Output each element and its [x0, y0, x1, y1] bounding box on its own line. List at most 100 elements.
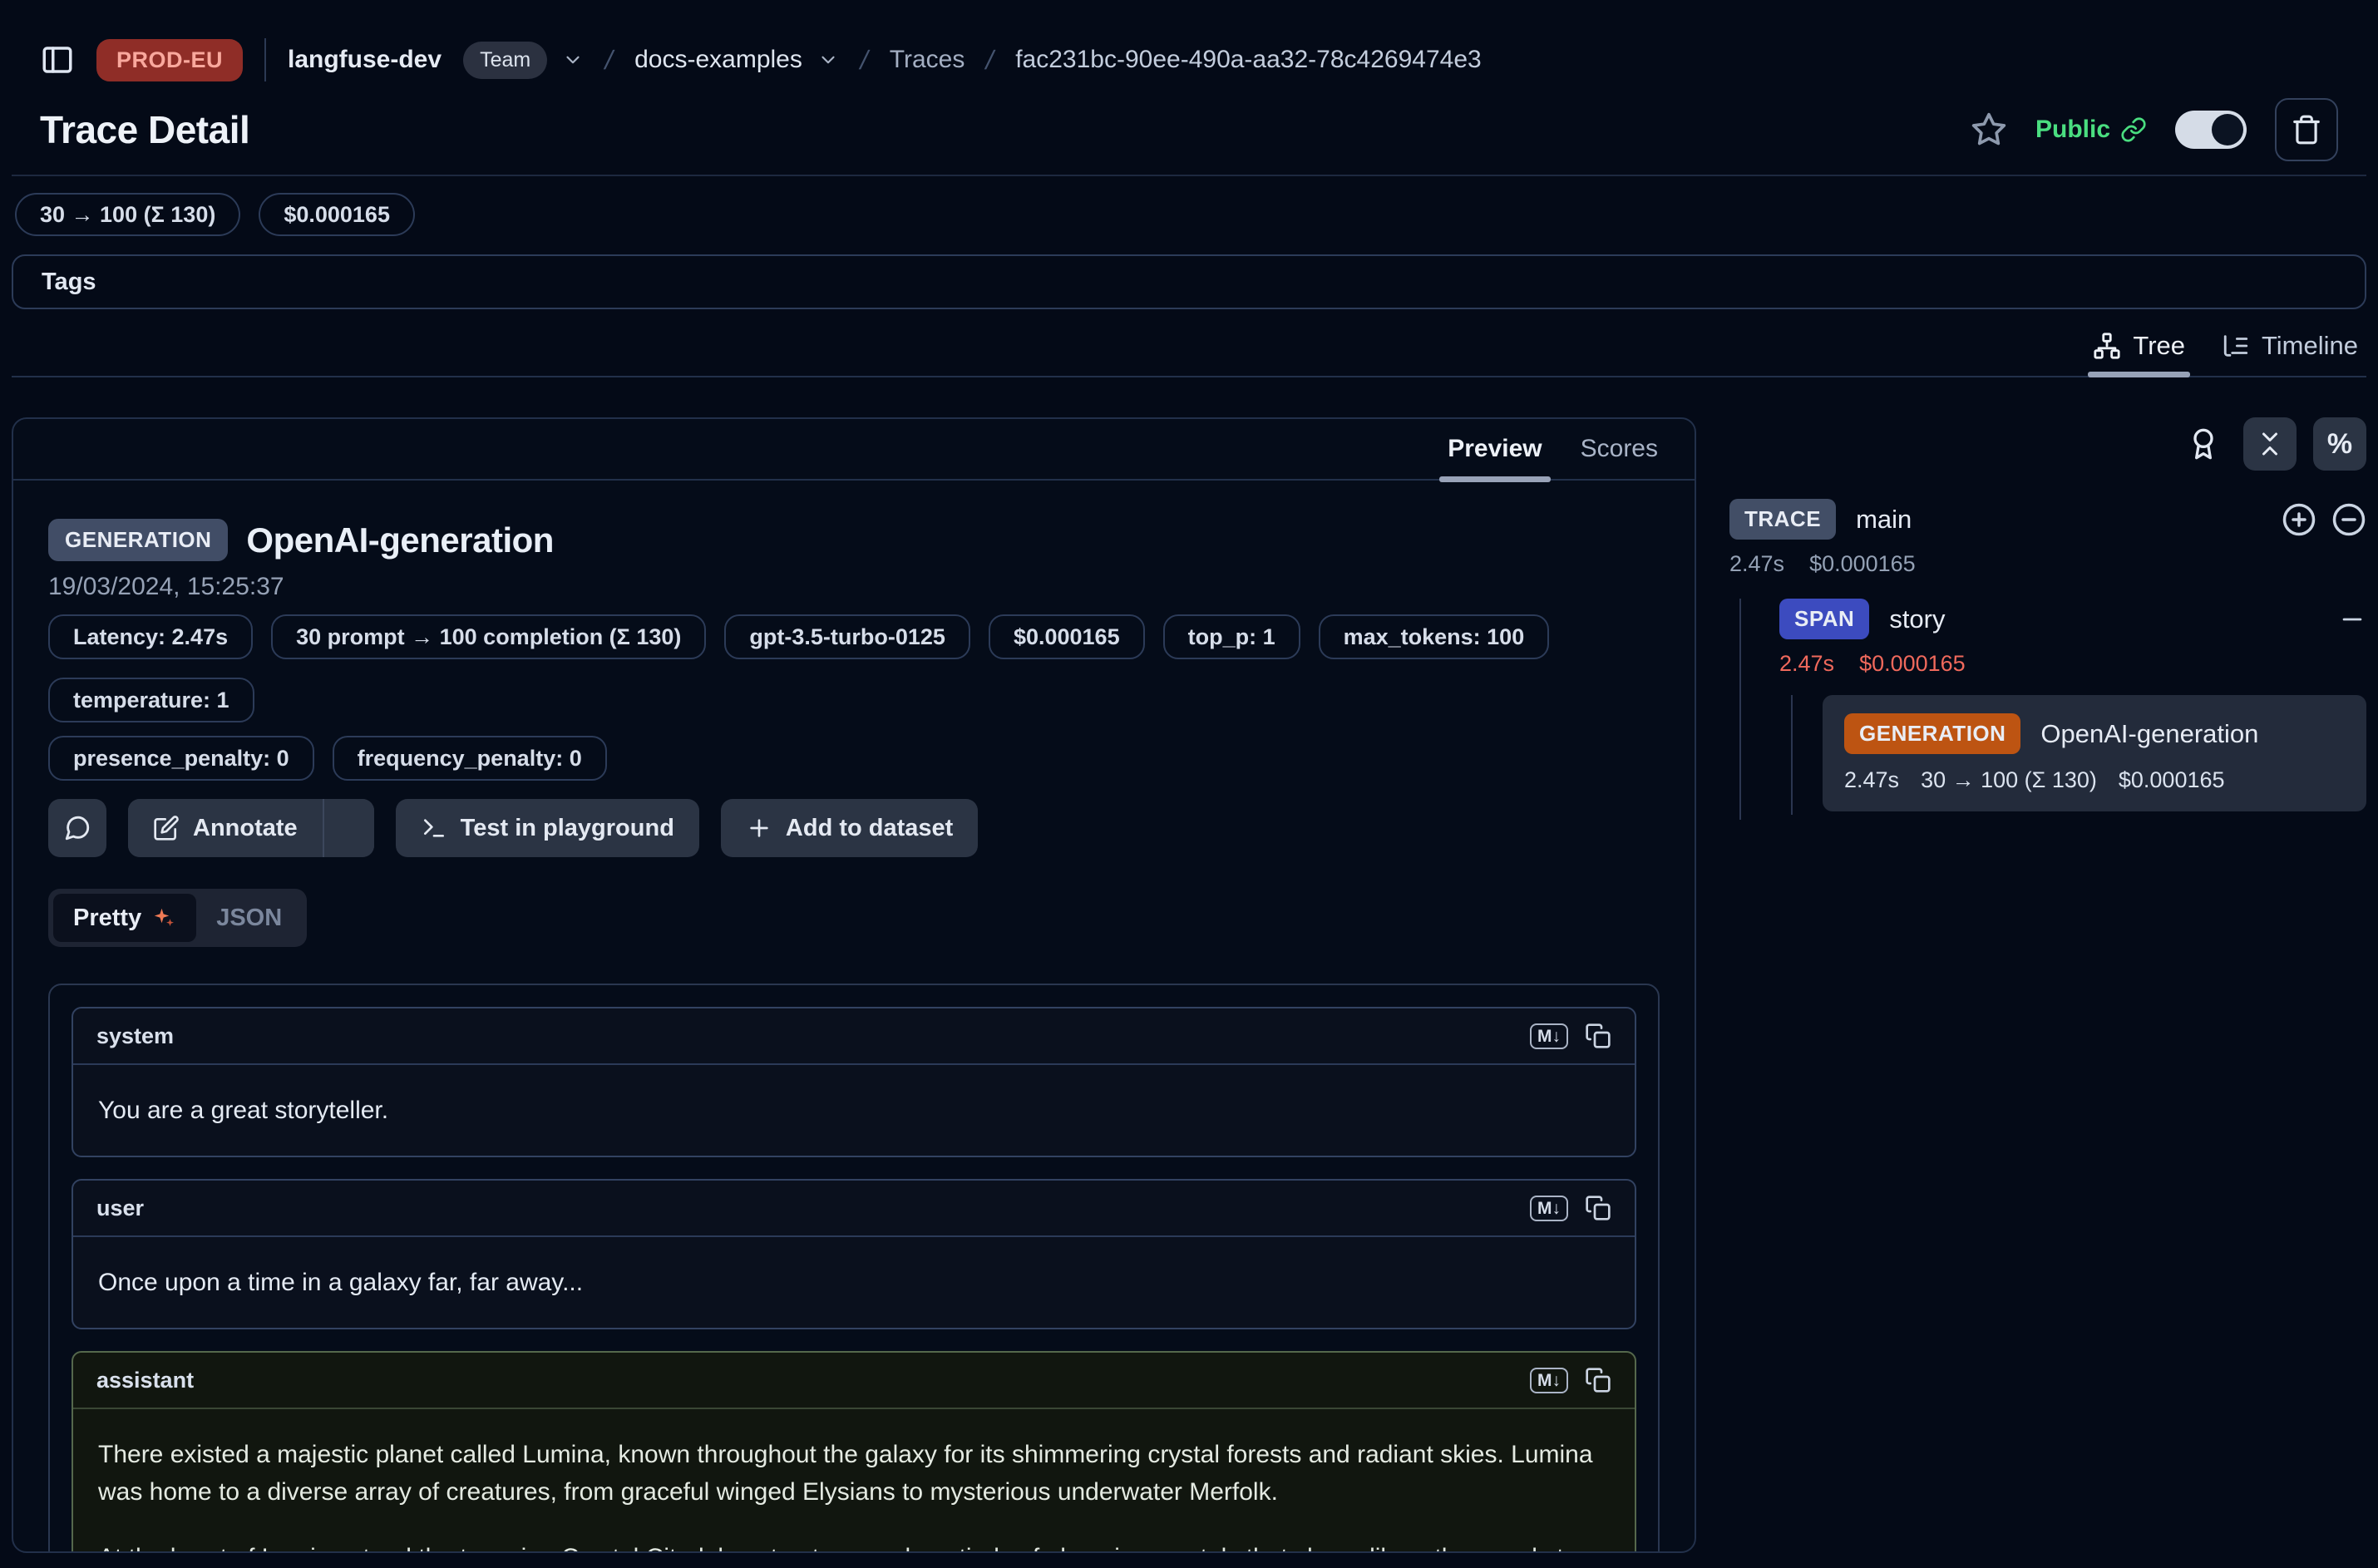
collapse-node-icon[interactable]	[2331, 502, 2366, 537]
generation-latency: 2.47s	[1844, 767, 1899, 793]
generation-cost: $0.000165	[2119, 767, 2225, 793]
comment-icon	[63, 814, 91, 842]
temperature-pill[interactable]: temperature: 1	[48, 678, 254, 722]
format-toggle: Pretty JSON	[48, 889, 307, 947]
message-content: There existed a majestic planet called L…	[73, 1409, 1635, 1553]
breadcrumb: PROD-EU langfuse-dev Team / docs-example…	[12, 0, 2366, 86]
message-role: user	[96, 1196, 144, 1221]
star-icon[interactable]	[1971, 111, 2007, 148]
message-content: Once upon a time in a galaxy far, far aw…	[73, 1237, 1635, 1328]
copy-icon[interactable]	[1585, 1195, 1611, 1221]
format-json[interactable]: JSON	[196, 894, 302, 942]
generation-tokens: 30 → 100 (Σ 130)	[1921, 767, 2097, 793]
plus-icon	[746, 815, 772, 841]
message-assistant: assistant M↓ There existed a majestic pl…	[72, 1351, 1636, 1553]
presence-penalty-pill[interactable]: presence_penalty: 0	[48, 736, 314, 781]
tree-node-trace[interactable]: TRACE main	[1729, 499, 2366, 540]
edit-icon	[153, 815, 180, 841]
award-icon[interactable]	[2180, 417, 2227, 471]
playground-label: Test in playground	[461, 815, 674, 842]
copy-icon[interactable]	[1585, 1023, 1611, 1049]
model-pill[interactable]: gpt-3.5-turbo-0125	[724, 614, 970, 659]
public-label: Public	[2035, 116, 2110, 144]
tab-tree[interactable]: Tree	[2093, 331, 2185, 376]
org-name[interactable]: langfuse-dev	[288, 46, 442, 74]
page-title: Trace Detail	[40, 107, 249, 152]
observation-params: presence_penalty: 0 frequency_penalty: 0	[48, 736, 1660, 781]
max-tokens-pill[interactable]: max_tokens: 100	[1319, 614, 1550, 659]
cost-pill[interactable]: $0.000165	[989, 614, 1145, 659]
top-p-pill[interactable]: top_p: 1	[1163, 614, 1300, 659]
percent-view-button[interactable]: %	[2313, 417, 2366, 471]
token-usage-pill[interactable]: 30 → 100 (Σ 130)	[15, 193, 240, 236]
breadcrumb-traces[interactable]: Traces	[890, 46, 965, 74]
view-tabs-divider	[12, 376, 2366, 377]
assistant-paragraph: There existed a majestic planet called L…	[98, 1436, 1610, 1511]
span-metrics: 2.47s $0.000165	[1779, 651, 2366, 677]
playground-button[interactable]: Test in playground	[396, 799, 699, 857]
trace-latency: 2.47s	[1729, 551, 1784, 577]
annotate-button[interactable]: Annotate	[128, 799, 323, 857]
total-cost-pill[interactable]: $0.000165	[259, 193, 415, 236]
trace-cost: $0.000165	[1809, 551, 1916, 577]
message-user: user M↓ Once upon a time in a galaxy far…	[72, 1179, 1636, 1329]
markdown-toggle-icon[interactable]: M↓	[1530, 1368, 1568, 1393]
topbar-divider	[264, 38, 266, 81]
frequency-penalty-pill[interactable]: frequency_penalty: 0	[333, 736, 607, 781]
copy-icon[interactable]	[1585, 1367, 1611, 1393]
environment-badge[interactable]: PROD-EU	[96, 39, 243, 81]
io-preview: system M↓ You are a great storyteller. u…	[48, 984, 1660, 1553]
tree-node-span[interactable]: SPAN story	[1779, 599, 2366, 639]
observation-card: Preview Scores GENERATION OpenAI-generat…	[12, 417, 1696, 1553]
breadcrumb-separator: /	[983, 45, 997, 76]
format-pretty[interactable]: Pretty	[53, 894, 196, 942]
tags-box[interactable]: Tags	[12, 254, 2366, 309]
tree-icon	[2093, 332, 2121, 360]
org-plan-badge: Team	[463, 42, 547, 79]
collapse-span-icon[interactable]	[2338, 605, 2366, 634]
breadcrumb-separator: /	[857, 45, 871, 76]
comment-button[interactable]	[48, 799, 106, 857]
delete-trace-button[interactable]	[2275, 98, 2338, 161]
panel-tabs: Preview Scores	[13, 419, 1695, 481]
tab-timeline[interactable]: Timeline	[2222, 331, 2358, 376]
chevron-down-icon[interactable]	[817, 49, 839, 71]
tab-timeline-label: Timeline	[2262, 331, 2358, 361]
page-header: Trace Detail Public	[12, 86, 2366, 166]
tags-label: Tags	[42, 269, 96, 296]
trace-name: main	[1856, 505, 1912, 535]
span-badge: SPAN	[1779, 599, 1869, 639]
observation-title: OpenAI-generation	[246, 520, 554, 560]
sparkles-icon	[151, 905, 176, 930]
observation-metrics: Latency: 2.47s 30 prompt → 100 completio…	[48, 614, 1660, 722]
percent-icon: %	[2327, 428, 2352, 461]
span-name: story	[1889, 604, 1945, 634]
chevrons-collapse-icon	[2255, 429, 2285, 459]
tab-tree-label: Tree	[2133, 331, 2185, 361]
toggle-knob	[2212, 114, 2243, 145]
breadcrumb-trace-id: fac231bc-90ee-490a-aa32-78c4269474e3	[1015, 46, 1481, 74]
chevron-down-icon[interactable]	[562, 49, 584, 71]
breadcrumb-project[interactable]: docs-examples	[634, 46, 802, 74]
public-toggle[interactable]	[2175, 111, 2247, 149]
generation-name: OpenAI-generation	[2040, 719, 2258, 749]
markdown-toggle-icon[interactable]: M↓	[1530, 1023, 1568, 1049]
collapse-all-button[interactable]	[2243, 417, 2297, 471]
sidebar-toggle-icon[interactable]	[40, 42, 75, 77]
annotate-split-button: Annotate	[128, 799, 374, 857]
expand-all-icon[interactable]	[2282, 502, 2316, 537]
generation-badge: GENERATION	[1844, 713, 2020, 754]
markdown-toggle-icon[interactable]: M↓	[1530, 1196, 1568, 1221]
latency-pill[interactable]: Latency: 2.47s	[48, 614, 253, 659]
add-to-dataset-button[interactable]: Add to dataset	[721, 799, 978, 857]
token-pill[interactable]: 30 prompt → 100 completion (Σ 130)	[271, 614, 706, 659]
tab-preview[interactable]: Preview	[1448, 419, 1542, 479]
trace-badge: TRACE	[1729, 499, 1836, 540]
tree-node-generation-selected[interactable]: GENERATION OpenAI-generation 2.47s 30 → …	[1823, 695, 2366, 811]
public-share-link[interactable]: Public	[2035, 116, 2147, 144]
tab-scores[interactable]: Scores	[1581, 419, 1658, 479]
pretty-label: Pretty	[73, 905, 141, 932]
annotate-dropdown-button[interactable]	[324, 799, 374, 857]
trash-icon	[2291, 114, 2322, 145]
message-system: system M↓ You are a great storyteller.	[72, 1007, 1636, 1157]
